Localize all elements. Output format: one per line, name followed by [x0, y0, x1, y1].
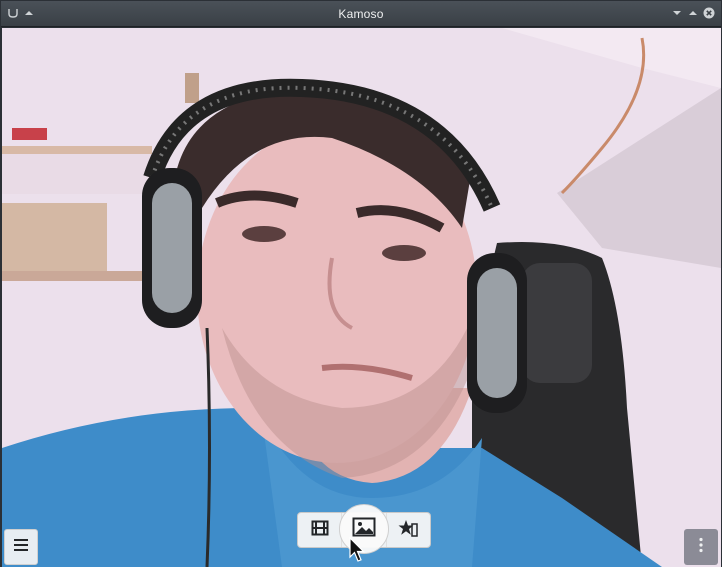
kamoso-window: Kamoso — [0, 0, 722, 567]
star-icon — [398, 519, 419, 542]
video-mode-button[interactable] — [298, 513, 341, 547]
window-title: Kamoso — [338, 7, 384, 21]
burst-mode-button[interactable] — [385, 513, 430, 547]
mouse-cursor — [349, 537, 365, 562]
hamburger-menu-button[interactable] — [4, 529, 38, 565]
minimize-icon[interactable] — [671, 6, 683, 20]
film-strip-icon — [311, 520, 329, 541]
webcam-image — [2, 28, 721, 567]
more-options-button[interactable] — [684, 529, 718, 565]
camera-preview — [2, 28, 721, 567]
close-icon[interactable] — [703, 6, 715, 20]
maximize-icon[interactable] — [687, 6, 699, 20]
vertical-ellipsis-icon — [698, 537, 704, 558]
title-bar[interactable]: Kamoso — [1, 1, 721, 27]
hamburger-menu-icon — [13, 538, 29, 557]
